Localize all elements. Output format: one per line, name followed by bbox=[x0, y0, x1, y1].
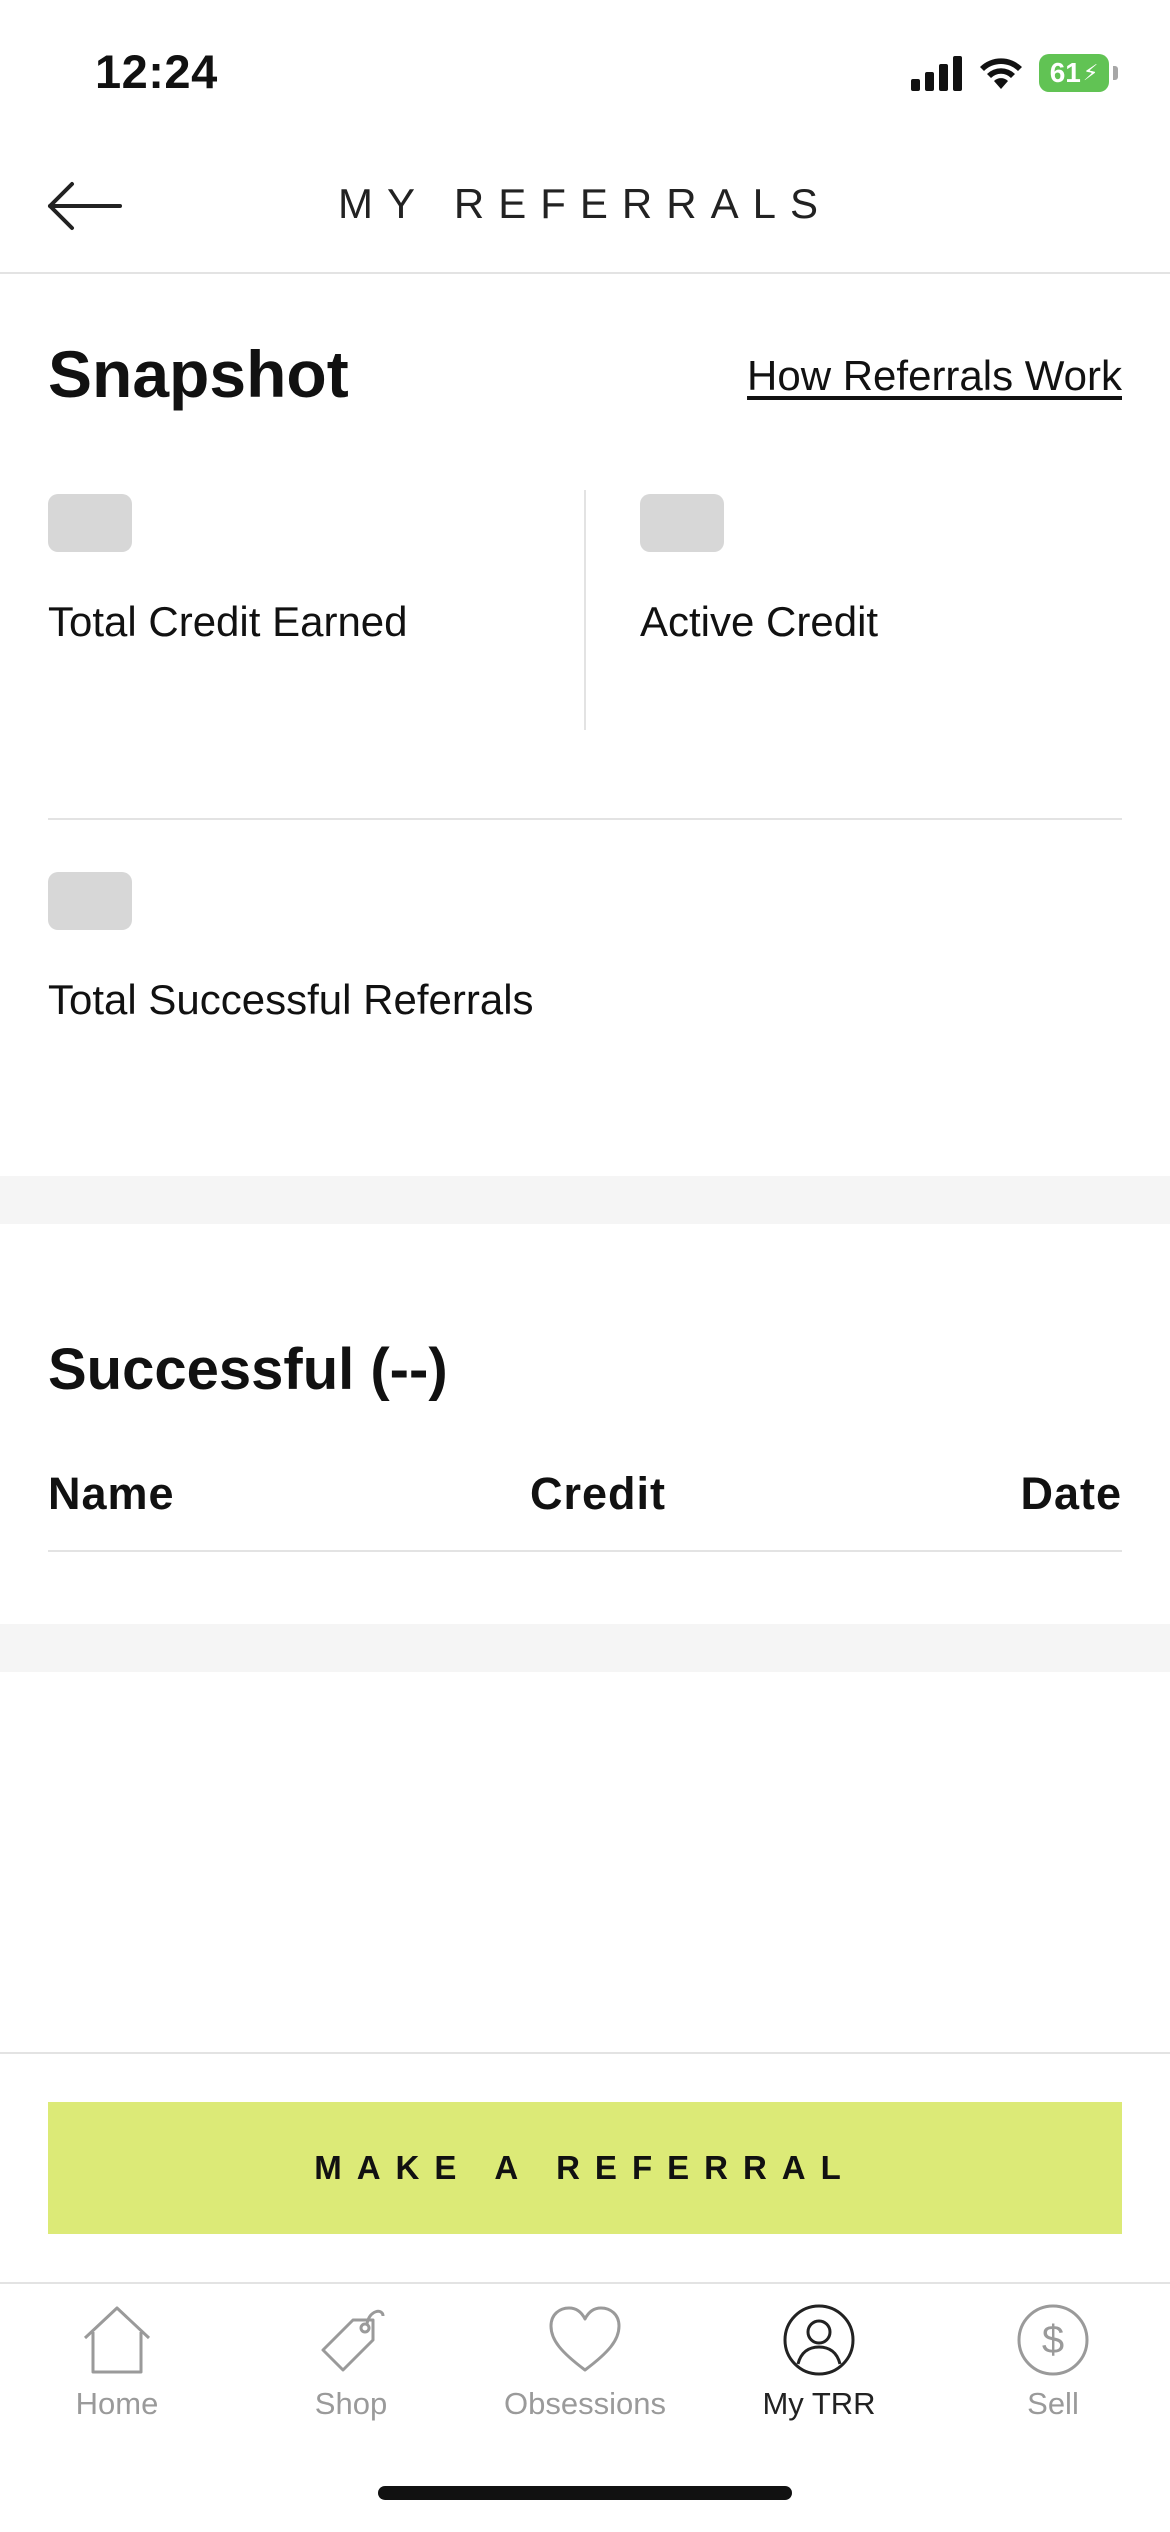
tag-icon bbox=[321, 2309, 385, 2372]
home-icon bbox=[83, 2306, 151, 2374]
user-icon bbox=[783, 2304, 855, 2376]
active-credit-label: Active Credit bbox=[640, 598, 879, 645]
dollar-icon: $ bbox=[1017, 2304, 1089, 2376]
signal-icon bbox=[911, 56, 962, 91]
column-header-name: Name bbox=[48, 1468, 175, 1519]
successful-title: Successful (--) bbox=[48, 1337, 448, 1402]
make-referral-button[interactable]: MAKE A REFERRAL bbox=[48, 2102, 1122, 2234]
tab-label: Home bbox=[75, 2386, 159, 2421]
snapshot-title: Snapshot bbox=[48, 337, 349, 411]
active-credit-value-placeholder bbox=[640, 494, 724, 552]
table-header-rule bbox=[48, 1550, 1122, 1552]
tab-label: My TRR bbox=[762, 2386, 876, 2421]
total-credit-value-placeholder bbox=[48, 494, 132, 552]
cta-divider bbox=[0, 2052, 1170, 2054]
battery-icon: 61 ⚡ bbox=[1039, 54, 1109, 92]
tab-home[interactable]: Home bbox=[0, 2302, 234, 2422]
section-divider bbox=[48, 818, 1122, 820]
battery-cap bbox=[1113, 66, 1118, 80]
status-bar: 12:24 61 ⚡ bbox=[0, 0, 1170, 140]
svg-text:$: $ bbox=[1042, 2318, 1064, 2362]
tab-my-trr[interactable]: My TRR bbox=[702, 2302, 936, 2422]
heart-icon bbox=[549, 2306, 621, 2372]
home-indicator bbox=[378, 2486, 792, 2500]
tab-shop[interactable]: Shop bbox=[234, 2302, 468, 2422]
successful-referrals-label: Total Successful Referrals bbox=[48, 976, 534, 1023]
section-separator bbox=[0, 1176, 1170, 1224]
battery-level: 61 bbox=[1049, 57, 1081, 88]
tab-label: Shop bbox=[314, 2386, 388, 2421]
page-title: MY REFERRALS bbox=[338, 180, 832, 227]
section-separator bbox=[0, 1624, 1170, 1672]
nav-header: MY REFERRALS bbox=[0, 140, 1170, 274]
column-header-date: Date bbox=[1020, 1468, 1122, 1519]
stat-divider bbox=[584, 490, 586, 730]
tab-label: Obsessions bbox=[504, 2386, 666, 2421]
successful-referrals-value-placeholder bbox=[48, 872, 132, 930]
status-time: 12:24 bbox=[95, 45, 218, 98]
status-icons: 61 ⚡ bbox=[911, 50, 1118, 96]
how-referrals-work-link[interactable]: How Referrals Work bbox=[747, 352, 1122, 400]
tab-label: Sell bbox=[1027, 2386, 1079, 2421]
tab-obsessions[interactable]: Obsessions bbox=[468, 2302, 702, 2422]
total-credit-label: Total Credit Earned bbox=[48, 598, 408, 645]
wifi-icon bbox=[980, 58, 1022, 89]
column-header-credit: Credit bbox=[530, 1468, 667, 1519]
tab-sell[interactable]: $ Sell bbox=[936, 2302, 1170, 2422]
